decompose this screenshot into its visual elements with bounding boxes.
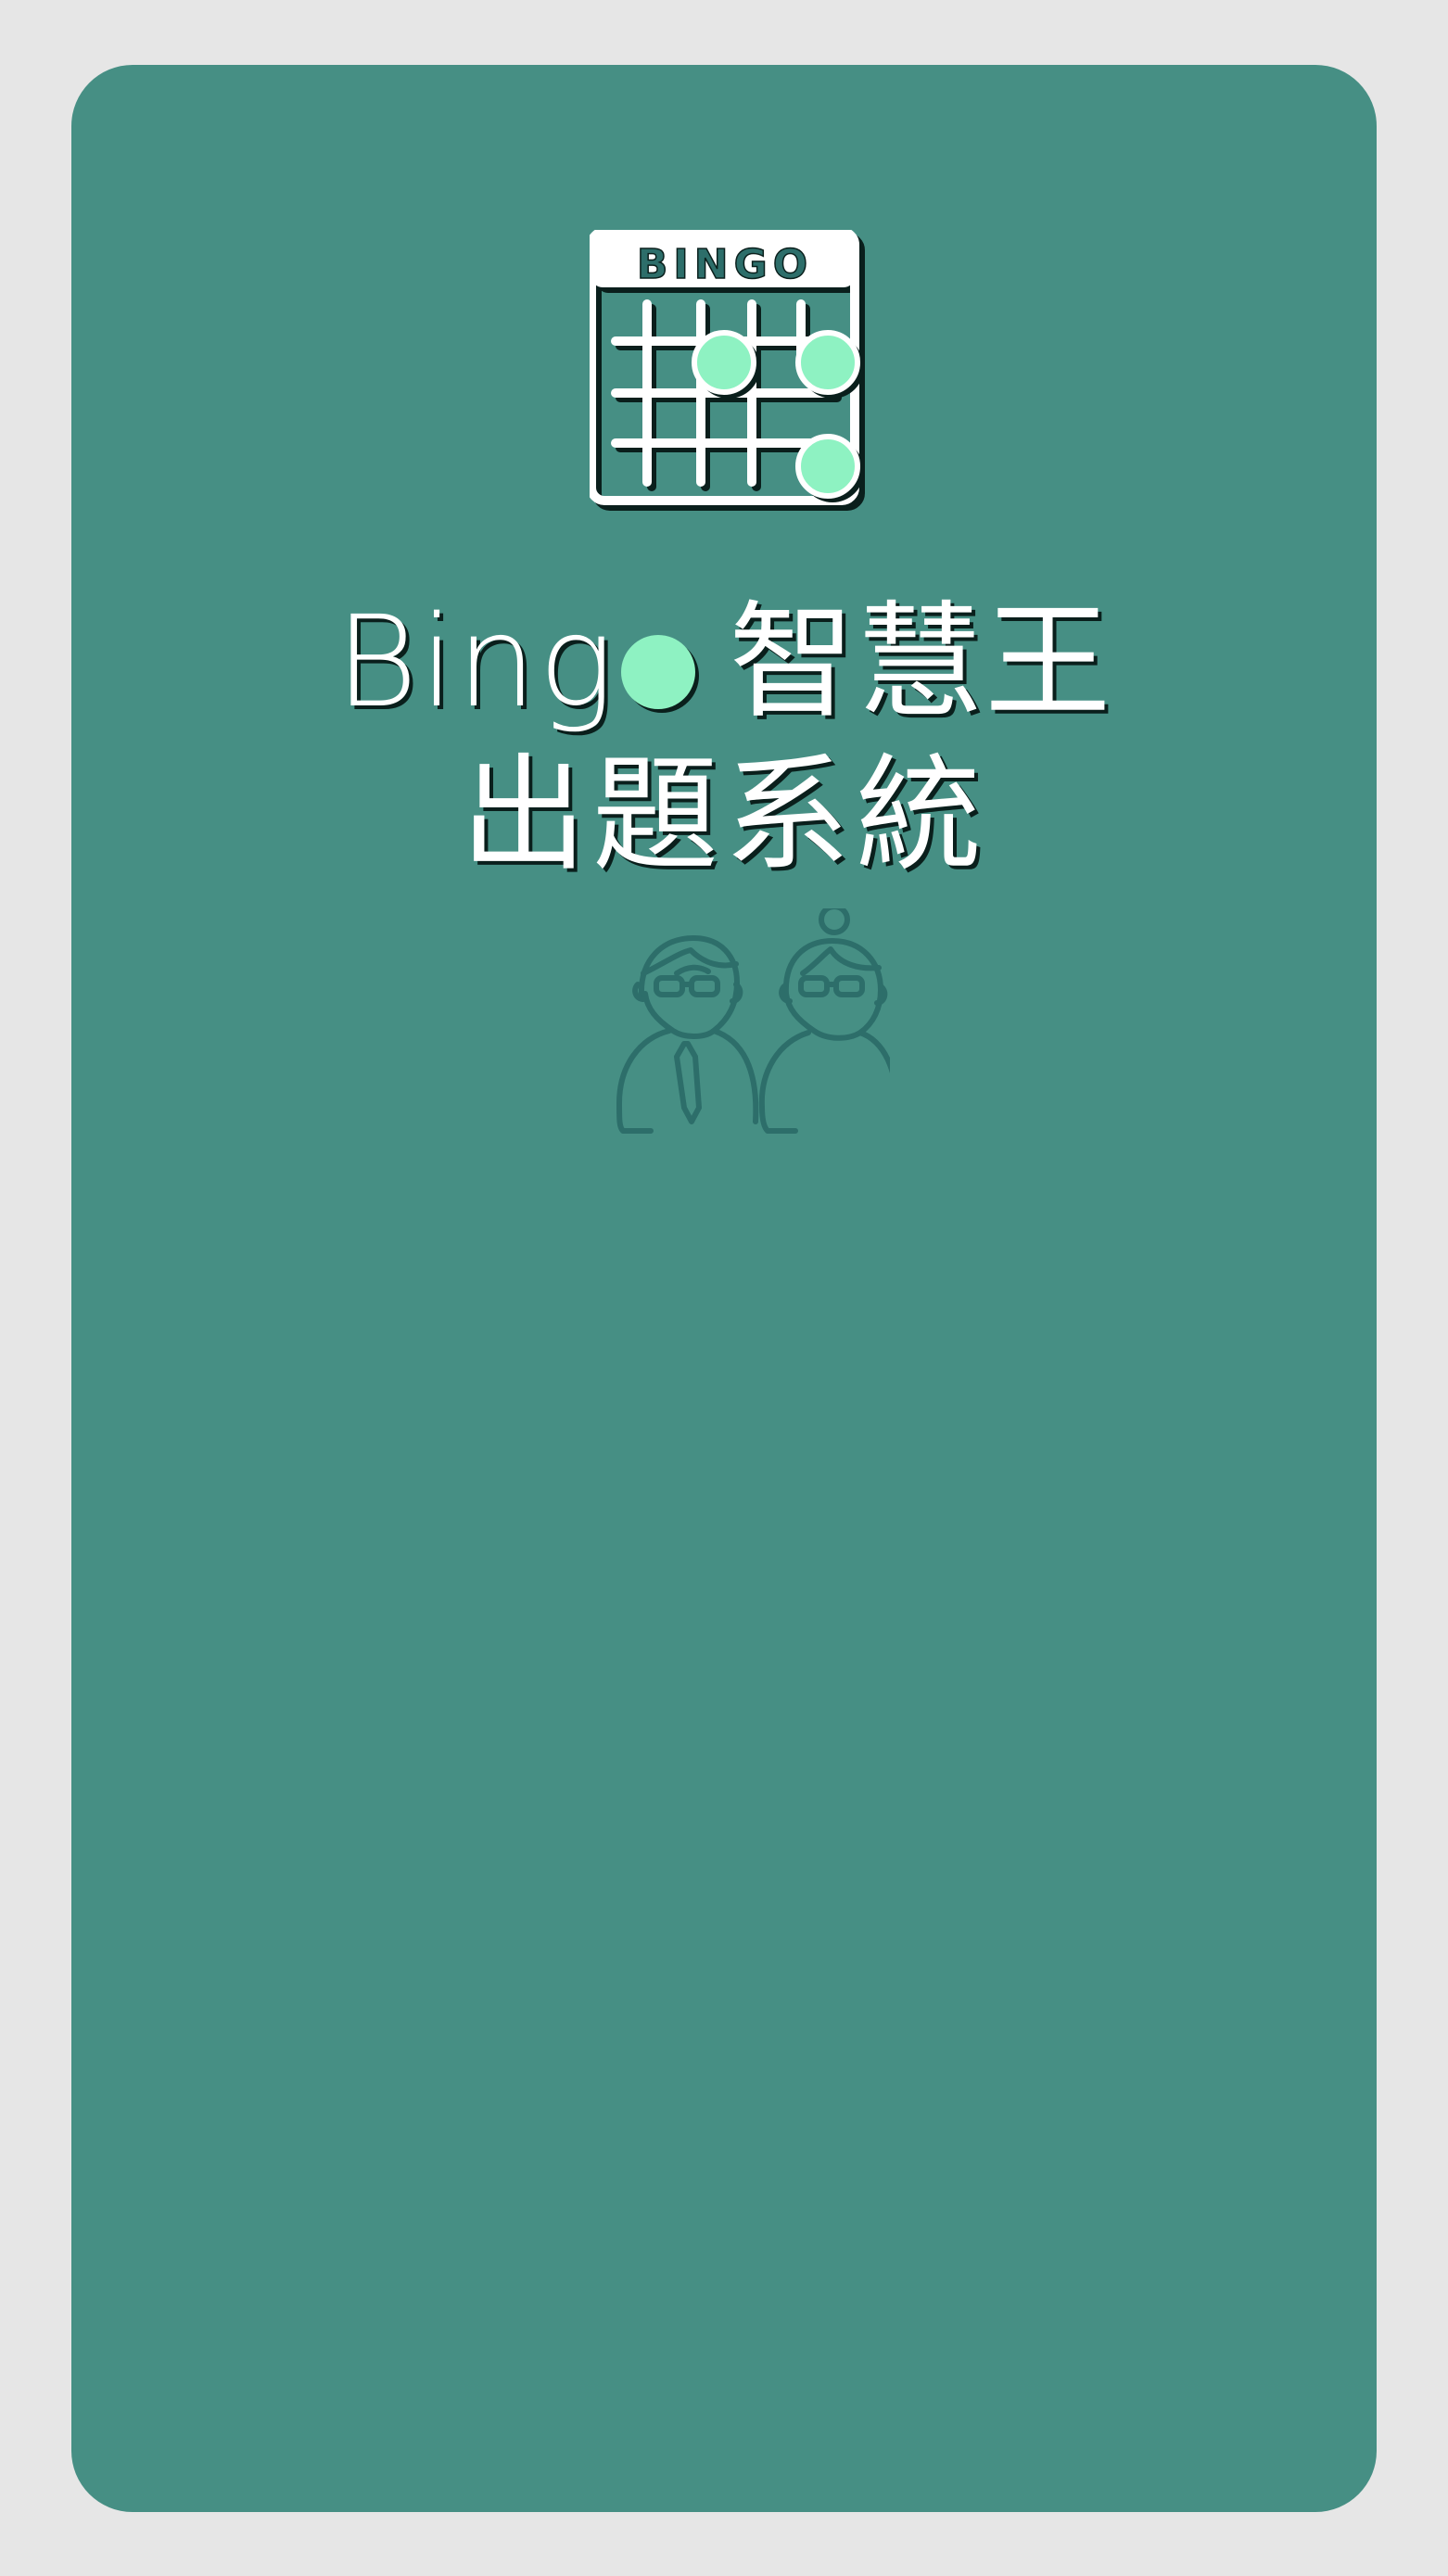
bingo-dot-icon [621, 635, 696, 709]
app-title-rest: 智慧王 [729, 590, 1113, 736]
app-title-line1: Bing 智慧王 [71, 570, 1377, 755]
app-title-word: Bing [335, 590, 616, 736]
teachers-icon [616, 908, 890, 1134]
splash-card: BINGO Bing 智慧王 出題系統 [71, 65, 1377, 2512]
app-subtitle: 出題系統 [461, 742, 987, 889]
bingo-logo-label: BINGO [637, 241, 813, 288]
bingo-card-icon: BINGO [590, 230, 865, 511]
